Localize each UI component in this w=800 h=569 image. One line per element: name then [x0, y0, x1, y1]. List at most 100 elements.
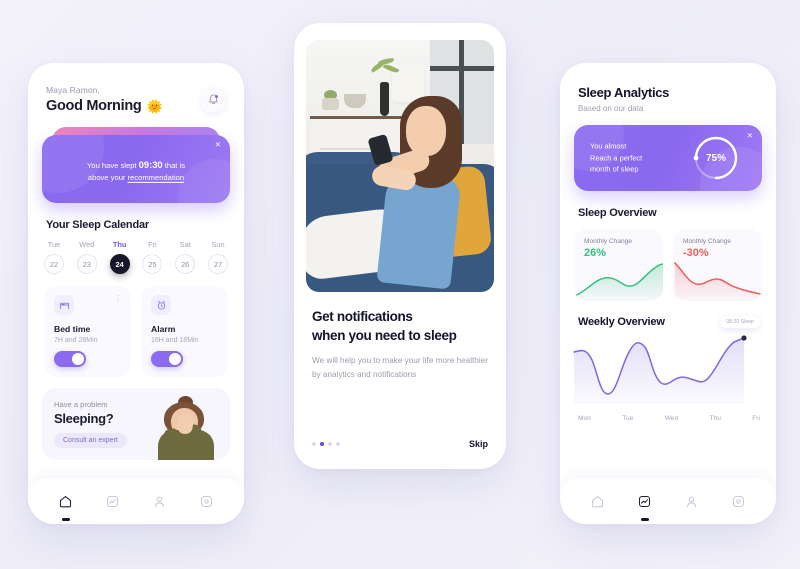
face-shape: [406, 106, 446, 156]
user-name: Maya Ramon,: [46, 85, 101, 95]
settings-gear-icon: [732, 495, 745, 507]
bowl-shape: [344, 94, 366, 108]
monthly-change-down-card[interactable]: Monthly Change -30%: [673, 229, 762, 301]
sleep-calendar: Tue 22 Wed 23 Thu 24 Fri 25 Sat 26 Sun 2…: [28, 231, 244, 274]
tab-settings[interactable]: [194, 488, 220, 514]
calendar-date: 22: [44, 254, 64, 274]
axis-label-mon: Mon: [578, 415, 591, 422]
active-tab-indicator: [640, 518, 649, 521]
greeting-text: Good Morning: [46, 98, 142, 114]
home-icon: [591, 495, 604, 507]
tab-home[interactable]: [585, 488, 611, 514]
pagination-dot[interactable]: [336, 442, 340, 446]
onboarding-title-line1: Get notifications: [312, 309, 413, 324]
alarm-value: 16H and 18Min: [151, 337, 199, 344]
sleep-overview-title: Sleep Overview: [578, 207, 657, 219]
alarm-card[interactable]: Alarm 16H and 18Min: [141, 286, 228, 377]
banner-recommendation-link[interactable]: recommendation: [128, 173, 185, 182]
bell-icon: [209, 94, 218, 104]
onboarding-title-line2: when you need to sleep: [312, 327, 457, 343]
alarm-toggle[interactable]: [151, 351, 183, 367]
onboarding-hero-image: [306, 40, 494, 292]
bed-time-card[interactable]: ⋮ Bed time 7H and 28Min: [44, 286, 131, 377]
bed-time-value: 7H and 28Min: [54, 337, 98, 344]
tab-settings[interactable]: [726, 488, 752, 514]
notifications-button[interactable]: [201, 87, 226, 112]
analytics-icon: [106, 495, 119, 507]
banner-middle: that is: [162, 160, 185, 170]
banner-card: ✕ You have slept 09:30 that is above you…: [42, 135, 230, 203]
consult-expert-button[interactable]: Consult an expert: [54, 433, 127, 448]
onboarding-title: Get notifications when you need to sleep: [312, 308, 488, 345]
monthly-change-label: Monthly Change: [584, 238, 633, 245]
pagination-dot-active[interactable]: [320, 442, 324, 446]
calendar-date: 26: [175, 254, 196, 274]
onboarding-footer: Skip: [312, 439, 488, 449]
calendar-day-wed[interactable]: Wed 23: [76, 240, 97, 274]
analytics-card-line3: month of sleep: [590, 164, 639, 174]
tab-profile[interactable]: [679, 488, 705, 514]
progress-ring: 75%: [692, 134, 740, 182]
banner-close-button[interactable]: ✕: [215, 141, 221, 149]
pagination-dots: [312, 442, 340, 446]
tired-person-illustration: [148, 394, 224, 460]
monthly-change-label: Monthly Change: [683, 238, 732, 245]
analytics-card-text: You almost Reach a perfect month of slee…: [590, 140, 642, 175]
calendar-day-fri[interactable]: Fri 25: [142, 240, 163, 274]
consult-promo-card[interactable]: Have a problem Sleeping? Consult an expe…: [42, 388, 230, 460]
calendar-day-tue[interactable]: Tue 22: [44, 240, 64, 274]
tab-home[interactable]: [53, 488, 79, 521]
weekly-chart-end-point: [741, 335, 747, 341]
weekly-overview-title: Weekly Overview: [578, 316, 665, 328]
calendar-day-label: Wed: [79, 240, 95, 249]
bed-icon: [59, 302, 69, 309]
pagination-dot[interactable]: [312, 442, 316, 446]
analytics-card-line2: Reach a perfect: [590, 153, 643, 163]
sleep-settings-row: ⋮ Bed time 7H and 28Min Alarm 16H and 18…: [28, 274, 244, 377]
skip-button[interactable]: Skip: [469, 439, 488, 449]
calendar-day-sun[interactable]: Sun 27: [207, 240, 228, 274]
profile-icon: [154, 496, 165, 507]
analytics-header: Sleep Analytics Based on our data: [560, 63, 776, 113]
calendar-day-sat[interactable]: Sat 26: [175, 240, 196, 274]
calendar-date: 25: [142, 254, 163, 274]
alarm-icon-wrap: [151, 295, 171, 315]
calendar-day-label: Sun: [211, 240, 225, 249]
alarm-clock-icon: [157, 300, 165, 310]
pagination-dot[interactable]: [328, 442, 332, 446]
progress-percent: 75%: [705, 152, 726, 164]
leaf-shape: [382, 62, 400, 75]
bed-icon-wrap: [54, 295, 74, 315]
tab-analytics[interactable]: [632, 488, 658, 521]
home-icon: [59, 495, 72, 507]
onboarding-subtitle: We will help you to make your life more …: [312, 356, 488, 379]
bottom-tab-bar: [28, 478, 244, 524]
onboarding-text-block: Get notifications when you need to sleep…: [294, 292, 506, 381]
banner-text: You have slept 09:30 that is above your …: [42, 157, 230, 185]
sun-icon: 🌞: [146, 98, 163, 114]
sleep-banner: ✕ You have slept 09:30 that is above you…: [42, 127, 230, 203]
weekly-overview-header: Weekly Overview 08:20 Sleep: [560, 301, 776, 328]
calendar-date: 23: [76, 254, 97, 274]
vase-shape: [380, 82, 389, 116]
monthly-change-value: -30%: [683, 247, 709, 259]
analytics-card-close-button[interactable]: ✕: [747, 131, 753, 140]
active-tab-indicator: [61, 518, 70, 521]
page-title: Good Morning 🌞: [46, 98, 163, 114]
phone-screen-onboarding: Get notifications when you need to sleep…: [294, 23, 506, 469]
tab-profile[interactable]: [147, 488, 173, 514]
tab-analytics[interactable]: [100, 488, 126, 514]
calendar-day-label: Sat: [179, 240, 191, 249]
calendar-day-thu[interactable]: Thu 24: [109, 240, 130, 274]
analytics-subtitle: Based on our data: [578, 104, 644, 113]
bed-time-toggle[interactable]: [54, 351, 86, 367]
home-header: Maya Ramon, Good Morning 🌞: [28, 63, 244, 114]
calendar-day-label: Tue: [47, 240, 61, 249]
axis-label-fri: Fri: [752, 415, 760, 422]
weekly-overview-chart: [573, 335, 747, 404]
banner-prefix: You have slept: [86, 160, 139, 170]
calendar-date-selected: 24: [109, 254, 130, 274]
banner-sleep-time: 09:30: [138, 158, 163, 170]
bed-time-menu-button[interactable]: ⋮: [114, 295, 122, 303]
monthly-change-up-card[interactable]: Monthly Change 26%: [574, 229, 663, 301]
